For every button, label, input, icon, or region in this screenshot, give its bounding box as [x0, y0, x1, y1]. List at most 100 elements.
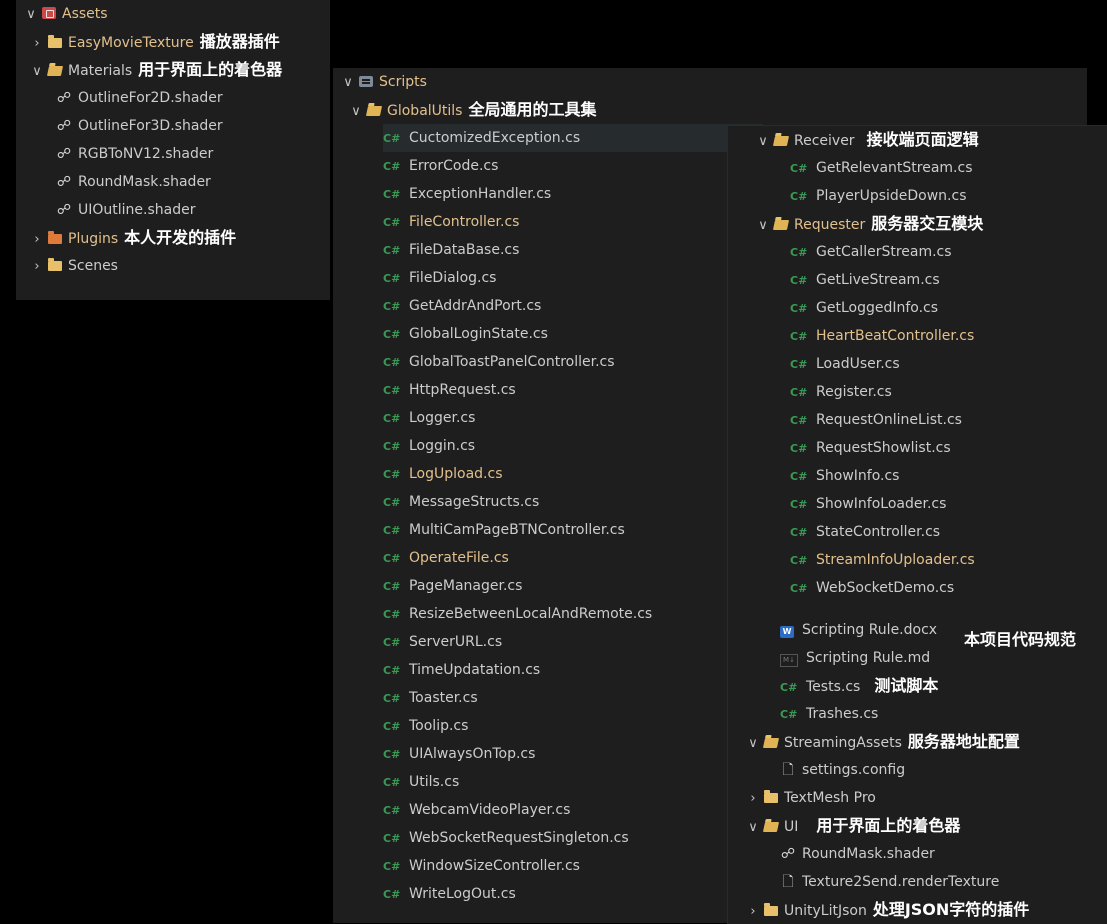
file-item[interactable]: C# MultiCamPageBTNController.cs: [383, 516, 625, 544]
file-item[interactable]: C# WebcamVideoPlayer.cs: [383, 796, 570, 824]
file-item[interactable]: C# TimeUpdatation.cs: [383, 656, 540, 684]
file-item[interactable]: C# WebSocketRequestSingleton.cs: [383, 824, 629, 852]
file-item[interactable]: C# ServerURL.cs: [383, 628, 502, 656]
csharp-icon: C#: [780, 681, 798, 694]
file-item[interactable]: C# CuctomizedException.cs: [383, 124, 763, 152]
file-item[interactable]: C# ShowInfo.cs: [790, 462, 899, 490]
folder-open-icon: [762, 822, 780, 832]
file-item[interactable]: C# GetRelevantStream.cs: [790, 154, 973, 182]
file-item[interactable]: C# StreamInfoUploader.cs: [790, 546, 975, 574]
folder-unitylitjson[interactable]: › UnityLitJson 处理JSON字符的插件: [746, 896, 1029, 924]
file-item[interactable]: C# Tests.cs 测试脚本: [780, 672, 938, 700]
file-item[interactable]: ☍ OutlineFor2D.shader: [56, 84, 223, 112]
file-item[interactable]: C# FileDataBase.cs: [383, 236, 519, 264]
csharp-icon: C#: [383, 748, 401, 761]
folder-ui[interactable]: ∨ UI 用于界面上的着色器: [746, 812, 960, 840]
file-item[interactable]: C# RequestOnlineList.cs: [790, 406, 962, 434]
file-item[interactable]: C# RequestShowlist.cs: [790, 434, 951, 462]
folder-plugins[interactable]: › Plugins 本人开发的插件: [30, 224, 236, 252]
file-item[interactable]: C# ErrorCode.cs: [383, 152, 498, 180]
csharp-icon: C#: [790, 302, 808, 315]
folder-requester[interactable]: ∨ Requester 服务器交互模块: [756, 210, 983, 238]
file-item[interactable]: C# HttpRequest.cs: [383, 376, 516, 404]
chevron-right-icon[interactable]: ›: [30, 226, 44, 254]
file-item[interactable]: C# GetLiveStream.cs: [790, 266, 940, 294]
csharp-icon: C#: [383, 636, 401, 649]
file-label: GetRelevantStream.cs: [816, 160, 973, 176]
file-label: GetLoggedInfo.cs: [816, 300, 939, 316]
file-item[interactable]: C# UIAlwaysOnTop.cs: [383, 740, 535, 768]
file-item[interactable]: C# WebSocketDemo.cs: [790, 574, 954, 602]
chevron-down-icon[interactable]: ∨: [30, 58, 44, 86]
file-item[interactable]: C# Trashes.cs: [780, 700, 878, 728]
file-item[interactable]: 🗋 Texture2Send.renderTexture: [780, 868, 999, 896]
chevron-right-icon[interactable]: ›: [746, 898, 760, 924]
file-item[interactable]: C# FileController.cs: [383, 208, 519, 236]
file-item[interactable]: C# Logger.cs: [383, 404, 475, 432]
file-item[interactable]: ☍ RoundMask.shader: [780, 840, 935, 868]
file-item[interactable]: 🗋 settings.config: [780, 756, 905, 784]
file-label: Texture2Send.renderTexture: [802, 874, 1000, 890]
chevron-down-icon[interactable]: ∨: [756, 128, 770, 156]
folder-globalutils[interactable]: ∨ GlobalUtils 全局通用的工具集: [349, 96, 596, 124]
folder-easymovietexture[interactable]: › EasyMovieTexture 播放器插件: [30, 28, 279, 58]
chevron-down-icon[interactable]: ∨: [341, 69, 355, 97]
file-item[interactable]: C# ShowInfoLoader.cs: [790, 490, 946, 518]
file-item[interactable]: M↓ Scripting Rule.md: [780, 644, 930, 672]
file-label: HttpRequest.cs: [409, 382, 516, 398]
chevron-right-icon[interactable]: ›: [746, 785, 760, 813]
scripts-root[interactable]: ∨ Scripts: [341, 68, 427, 96]
folder-receiver[interactable]: ∨ Receiver 接收端页面逻辑: [756, 126, 978, 156]
file-item[interactable]: C# LoadUser.cs: [790, 350, 900, 378]
csharp-icon: C#: [790, 386, 808, 399]
folder-materials[interactable]: ∨ Materials 用于界面上的着色器: [30, 56, 282, 84]
file-item[interactable]: C# FileDialog.cs: [383, 264, 496, 292]
folder-streamingassets[interactable]: ∨ StreamingAssets 服务器地址配置: [746, 728, 1020, 756]
file-item[interactable]: ☍ RoundMask.shader: [56, 168, 211, 196]
file-item[interactable]: C# Toaster.cs: [383, 684, 478, 712]
assets-root[interactable]: ∨ Assets: [24, 0, 107, 29]
chevron-down-icon[interactable]: ∨: [349, 98, 363, 126]
csharp-icon: C#: [383, 244, 401, 257]
file-item[interactable]: C# HeartBeatController.cs: [790, 322, 974, 350]
chevron-down-icon[interactable]: ∨: [24, 1, 38, 29]
chevron-right-icon[interactable]: ›: [30, 30, 44, 58]
file-item[interactable]: ☍ UIOutline.shader: [56, 196, 196, 224]
csharp-icon: C#: [383, 356, 401, 369]
file-item[interactable]: C# StateController.cs: [790, 518, 940, 546]
file-item[interactable]: W Scripting Rule.docx: [780, 616, 937, 644]
file-item[interactable]: C# LogUpload.cs: [383, 460, 503, 488]
chevron-right-icon[interactable]: ›: [30, 253, 44, 281]
file-item[interactable]: C# GlobalToastPanelController.cs: [383, 348, 615, 376]
file-item[interactable]: C# GetLoggedInfo.cs: [790, 294, 938, 322]
csharp-icon: C#: [383, 720, 401, 733]
chevron-down-icon[interactable]: ∨: [746, 814, 760, 842]
folder-label: EasyMovieTexture: [68, 35, 194, 51]
file-item[interactable]: C# PageManager.cs: [383, 572, 522, 600]
file-item[interactable]: C# MessageStructs.cs: [383, 488, 539, 516]
folder-textmeshpro[interactable]: › TextMesh Pro: [746, 784, 876, 812]
file-item[interactable]: ☍ OutlineFor3D.shader: [56, 112, 223, 140]
file-item[interactable]: C# WriteLogOut.cs: [383, 880, 516, 908]
annotation: 用于界面上的着色器: [816, 816, 961, 835]
file-item[interactable]: C# WindowSizeController.cs: [383, 852, 580, 880]
file-label: RoundMask.shader: [802, 846, 935, 862]
file-label: WindowSizeController.cs: [409, 858, 580, 874]
file-item[interactable]: C# Register.cs: [790, 378, 892, 406]
file-item[interactable]: C# GetAddrAndPort.cs: [383, 292, 541, 320]
file-item[interactable]: C# PlayerUpsideDown.cs: [790, 182, 967, 210]
file-item[interactable]: C# GlobalLoginState.cs: [383, 320, 548, 348]
folder-scenes[interactable]: › Scenes: [30, 252, 118, 280]
file-item[interactable]: C# OperateFile.cs: [383, 544, 509, 572]
file-item[interactable]: C# ExceptionHandler.cs: [383, 180, 551, 208]
file-item[interactable]: C# Loggin.cs: [383, 432, 475, 460]
chevron-down-icon[interactable]: ∨: [756, 212, 770, 240]
file-item[interactable]: C# Toolip.cs: [383, 712, 468, 740]
file-item[interactable]: C# ResizeBetweenLocalAndRemote.cs: [383, 600, 652, 628]
folder-label: Materials: [68, 63, 133, 79]
csharp-icon: C#: [383, 468, 401, 481]
chevron-down-icon[interactable]: ∨: [746, 730, 760, 758]
file-item[interactable]: ☍ RGBToNV12.shader: [56, 140, 213, 168]
file-item[interactable]: C# GetCallerStream.cs: [790, 238, 952, 266]
file-item[interactable]: C# Utils.cs: [383, 768, 459, 796]
